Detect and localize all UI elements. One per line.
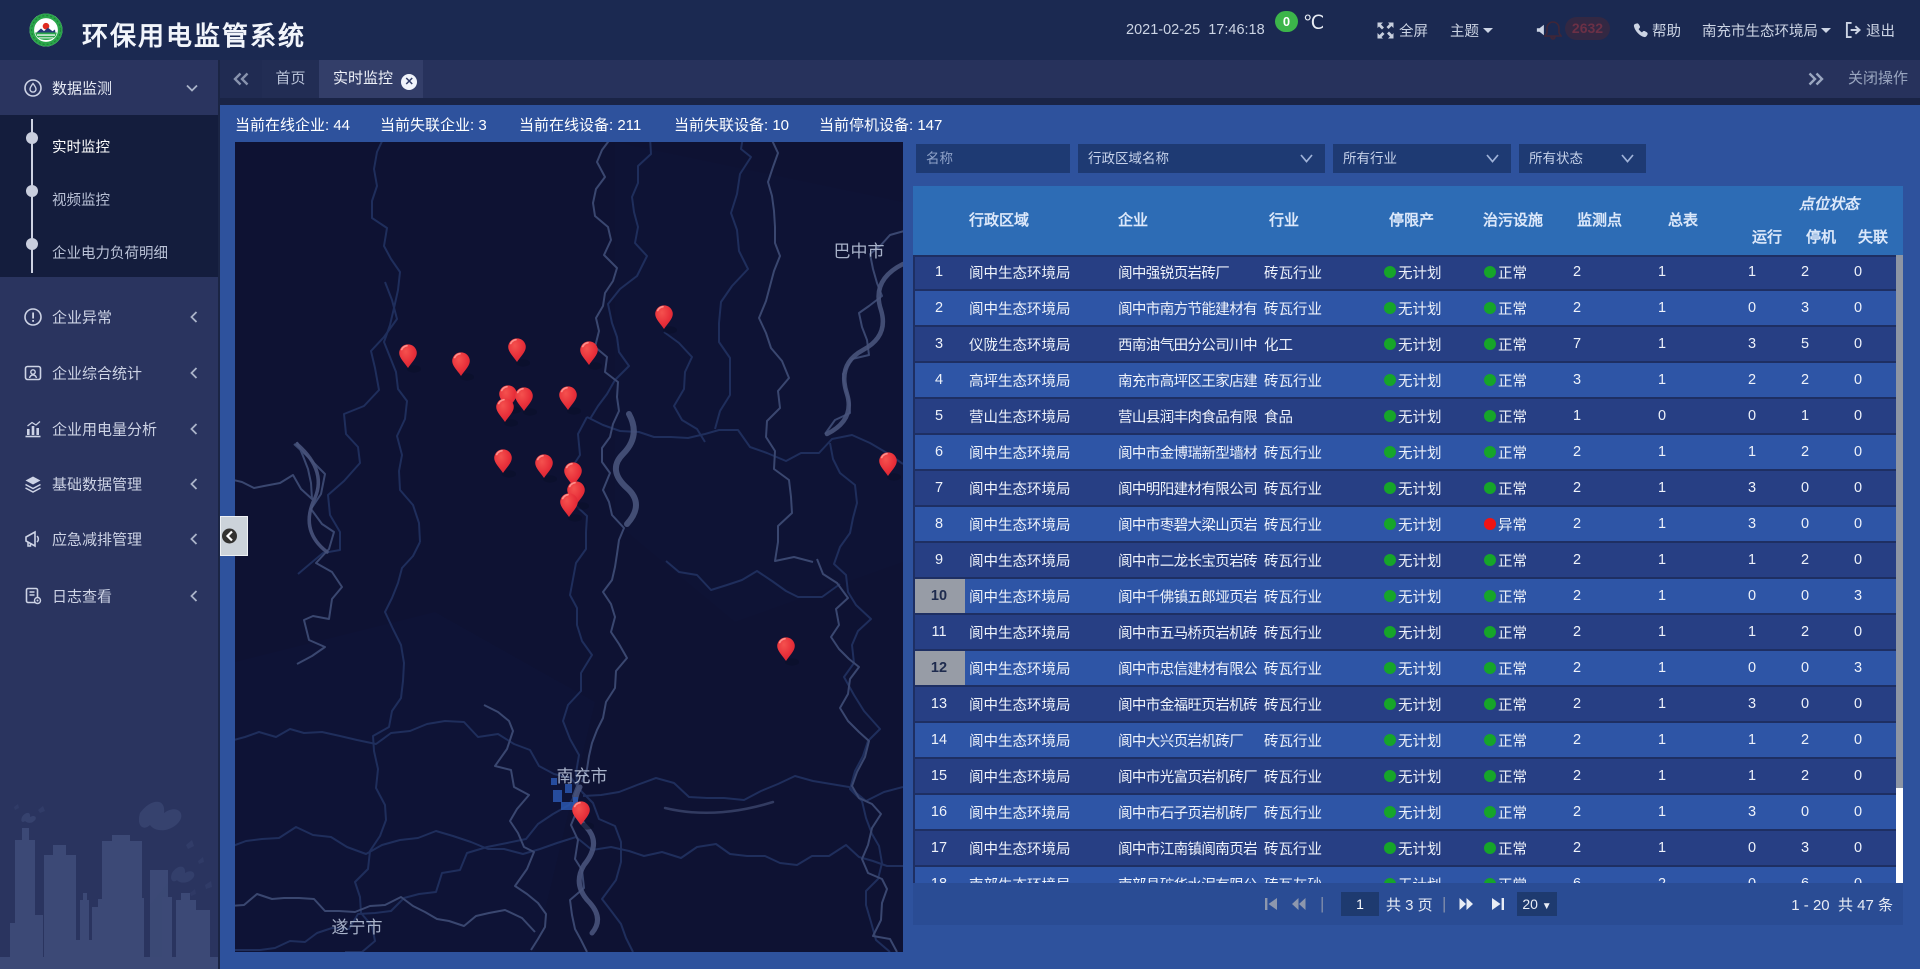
svg-text:遂宁市: 遂宁市 (332, 918, 383, 937)
svg-text:南充市: 南充市 (557, 767, 608, 786)
svg-text:巴中市: 巴中市 (834, 242, 885, 261)
